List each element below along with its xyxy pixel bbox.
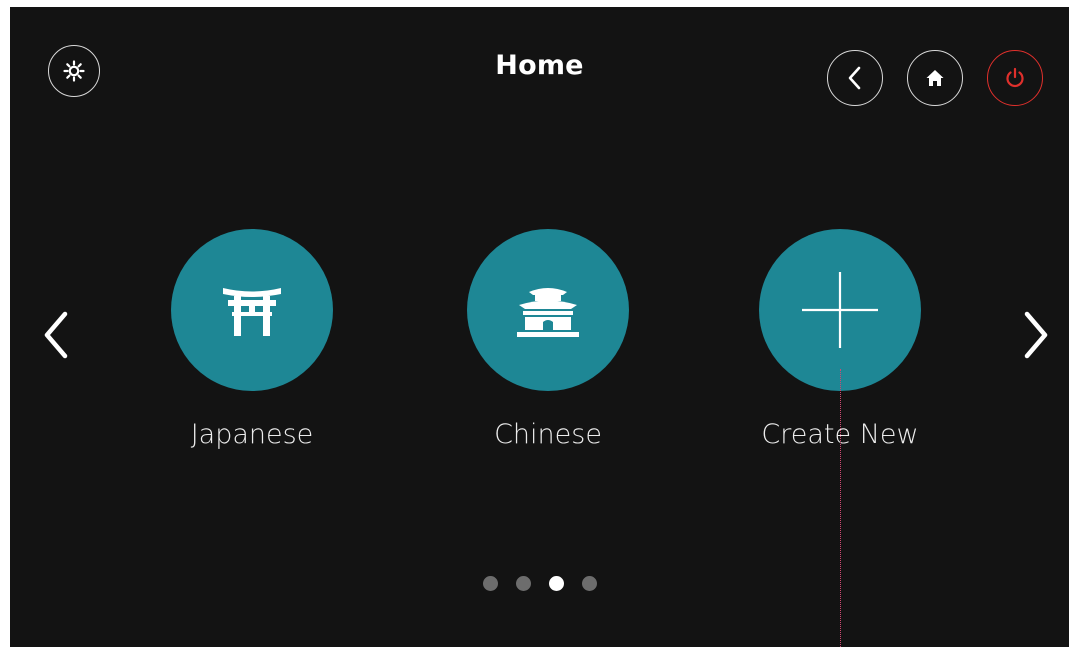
home-button[interactable] (907, 50, 963, 106)
tile-japanese-circle[interactable] (171, 229, 333, 391)
page-dot-4[interactable] (581, 576, 597, 591)
chevron-left-icon (848, 66, 861, 90)
previous-page-arrow[interactable] (36, 307, 76, 363)
page-dot-2[interactable] (515, 576, 531, 591)
back-button[interactable] (827, 50, 883, 106)
chevron-right-icon (1024, 311, 1048, 359)
power-button[interactable] (987, 50, 1043, 106)
tile-create-new-circle[interactable] (759, 229, 921, 391)
tile-japanese[interactable]: Japanese (132, 229, 372, 450)
alignment-guide-line (840, 369, 841, 647)
tile-japanese-label: Japanese (190, 419, 314, 450)
next-page-arrow[interactable] (1016, 307, 1056, 363)
chevron-left-icon (44, 311, 68, 359)
plus-icon (802, 272, 878, 348)
home-icon (926, 70, 944, 86)
tile-chinese[interactable]: Chinese (428, 229, 668, 450)
pagination-dots (10, 576, 1069, 591)
chinese-temple-icon (517, 288, 579, 337)
tile-chinese-circle[interactable] (467, 229, 629, 391)
tile-chinese-label: Chinese (494, 419, 602, 450)
power-icon (1006, 67, 1024, 88)
torii-gate-icon (223, 288, 281, 336)
home-screen: Home Japanese Chinese Create New (10, 7, 1069, 647)
page-dot-3[interactable] (548, 576, 564, 591)
page-dot-1[interactable] (482, 576, 498, 591)
